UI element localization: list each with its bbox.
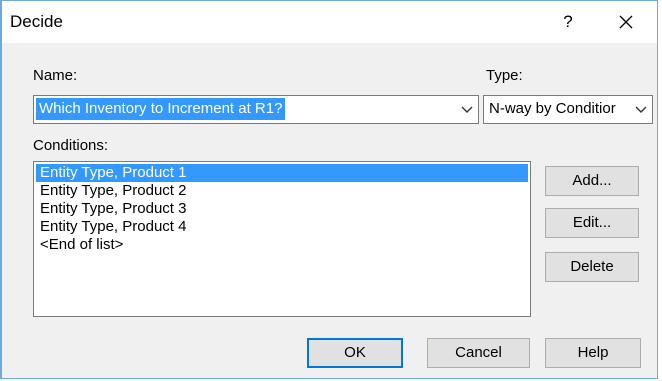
edit-button[interactable]: Edit...: [545, 208, 639, 238]
type-combobox[interactable]: N-way by Conditior: [483, 95, 653, 124]
add-button[interactable]: Add...: [545, 166, 639, 196]
decide-dialog: Decide ? Name: Type: Which Inventory to …: [0, 0, 658, 379]
dialog-title: Decide: [10, 12, 63, 31]
list-item[interactable]: <End of list>: [36, 236, 528, 254]
name-combobox[interactable]: Which Inventory to Increment at R1?: [33, 95, 479, 124]
add-button-label: Add...: [572, 172, 612, 189]
name-value: Which Inventory to Increment at R1?: [36, 98, 286, 120]
name-label: Name:: [33, 67, 78, 84]
type-label: Type:: [486, 67, 523, 84]
chevron-down-icon: [461, 106, 473, 113]
type-value: N-way by Conditior: [489, 100, 616, 117]
list-item[interactable]: Entity Type, Product 1: [36, 164, 528, 182]
ok-button-label: OK: [344, 344, 366, 361]
list-item[interactable]: Entity Type, Product 2: [36, 182, 528, 200]
chevron-down-icon: [634, 103, 648, 117]
edit-button-label: Edit...: [572, 214, 612, 231]
close-button[interactable]: [606, 7, 646, 37]
conditions-listbox[interactable]: Entity Type, Product 1 Entity Type, Prod…: [33, 161, 531, 317]
list-item[interactable]: Entity Type, Product 3: [36, 200, 528, 218]
help-button[interactable]: Help: [545, 338, 641, 368]
help-button-label: Help: [577, 344, 609, 361]
help-title-button[interactable]: ?: [551, 7, 585, 37]
ok-button[interactable]: OK: [307, 338, 403, 368]
cancel-button[interactable]: Cancel: [427, 338, 530, 368]
close-icon: [619, 15, 633, 29]
cancel-button-label: Cancel: [455, 344, 502, 361]
delete-button[interactable]: Delete: [545, 252, 639, 282]
conditions-label: Conditions:: [33, 137, 109, 154]
delete-button-label: Delete: [570, 258, 614, 275]
title-bar: Decide ?: [2, 1, 657, 43]
list-item[interactable]: Entity Type, Product 4: [36, 218, 528, 236]
